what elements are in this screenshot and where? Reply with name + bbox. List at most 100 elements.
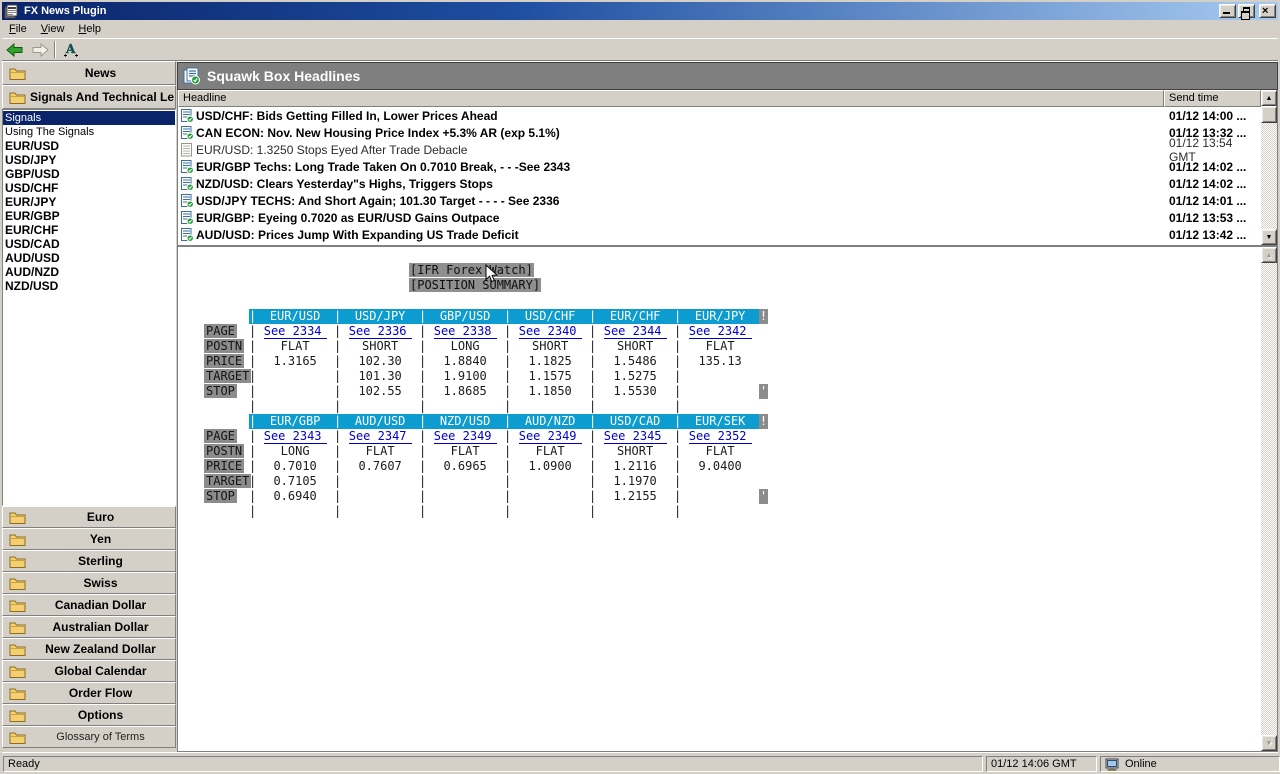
page-link[interactable]: See 2345 <box>604 429 667 444</box>
headline-row[interactable]: NZD/USD: Clears Yesterday"s Highs, Trigg… <box>178 175 1261 192</box>
title-bar[interactable]: FX News Plugin × <box>2 2 1278 20</box>
list-item-audnzd[interactable]: AUD/NZD <box>3 265 175 279</box>
pair-header: AUD/USD <box>341 414 419 429</box>
news-check-icon <box>181 177 194 191</box>
price-value: 1.2116 <box>596 459 674 474</box>
toolbar-separator <box>54 41 56 58</box>
list-item-eurgbp[interactable]: EUR/GBP <box>3 209 175 223</box>
page-link[interactable]: See 2336 <box>349 324 412 339</box>
close-button[interactable]: × <box>1259 4 1276 18</box>
headline-text: CAN ECON: Nov. New Housing Price Index +… <box>196 126 1164 140</box>
column-header-send-time[interactable]: Send time <box>1164 90 1261 107</box>
pair-header: GBP/USD <box>426 309 504 324</box>
list-item-usdjpy[interactable]: USD/JPY <box>3 153 175 167</box>
minimize-button[interactable] <box>1219 4 1236 18</box>
column-header-row: Headline Send time <box>178 90 1261 107</box>
list-item-signals[interactable]: Signals <box>3 111 175 125</box>
target-row: 0.7105 1.1970 <box>249 474 759 489</box>
sidebar-item-yen[interactable]: Yen <box>2 528 176 550</box>
folder-icon <box>9 687 26 700</box>
menu-help[interactable]: Help <box>71 21 108 37</box>
stop-value: 0.6940 <box>256 489 334 504</box>
column-header-headline[interactable]: Headline <box>178 90 1164 107</box>
stop-value <box>511 489 589 504</box>
scroll-down-button[interactable]: ▼ <box>1261 735 1277 751</box>
headline-row[interactable]: USD/CHF: Bids Getting Filled In, Lower P… <box>178 107 1261 124</box>
folder-icon <box>9 511 26 524</box>
sidebar-item-euro[interactable]: Euro <box>2 506 176 528</box>
scroll-up-button[interactable]: ▲ <box>1261 90 1277 106</box>
page-link[interactable]: See 2344 <box>604 324 667 339</box>
font-size-icon: A <box>63 42 79 58</box>
list-item-eurjpy[interactable]: EUR/JPY <box>3 195 175 209</box>
squawk-news-icon <box>183 67 201 85</box>
headline-row[interactable]: EUR/GBP: Eyeing 0.7020 as EUR/USD Gains … <box>178 209 1261 226</box>
stop-value: 102.55 <box>341 384 419 399</box>
list-item-gbpusd[interactable]: GBP/USD <box>3 167 175 181</box>
restore-button[interactable] <box>1238 4 1255 18</box>
list-item-usdcad[interactable]: USD/CAD <box>3 237 175 251</box>
list-item-audusd[interactable]: AUD/USD <box>3 251 175 265</box>
page-link[interactable]: See 2349 <box>434 429 497 444</box>
list-item-nzdusd[interactable]: NZD/USD <box>3 279 175 293</box>
sidebar-item-order-flow[interactable]: Order Flow <box>2 682 176 704</box>
price-value: 1.3165 <box>256 354 334 369</box>
stop-value <box>256 384 334 399</box>
headline-row[interactable]: AUD/USD: Prices Jump With Expanding US T… <box>178 226 1261 243</box>
postn-row: FLAT SHORT LONG SHORT SHORT FLAT <box>249 339 759 354</box>
page-link[interactable]: See 2340 <box>519 324 582 339</box>
folder-icon <box>9 665 26 678</box>
page-link[interactable]: See 2343 <box>264 429 327 444</box>
scrollbar-thumb[interactable] <box>1261 106 1277 123</box>
target-value <box>341 474 419 489</box>
ifr-title-line: [IFR Forex Watch] <box>409 263 534 277</box>
sidebar-item-sterling[interactable]: Sterling <box>2 550 176 572</box>
headline-row[interactable]: EUR/GBP Techs: Long Trade Taken On 0.701… <box>178 158 1261 175</box>
headline-text: NZD/USD: Clears Yesterday"s Highs, Trigg… <box>196 177 1164 191</box>
scroll-down-button[interactable]: ▼ <box>1261 229 1277 245</box>
page-link[interactable]: See 2349 <box>519 429 582 444</box>
headline-row[interactable]: EUR/USD: 1.3250 Stops Eyed After Trade D… <box>178 141 1261 158</box>
news-check-icon <box>181 160 194 174</box>
menu-view[interactable]: View <box>34 21 72 37</box>
sidebar-item-news[interactable]: News <box>2 61 176 85</box>
back-button[interactable] <box>2 39 27 60</box>
back-arrow-icon <box>6 43 24 57</box>
page-link[interactable]: See 2338 <box>434 324 497 339</box>
scroll-up-button[interactable]: ▲ <box>1261 247 1277 263</box>
stop-end-mark: ' <box>759 384 768 399</box>
stop-value: 1.1850 <box>511 384 589 399</box>
sidebar-item-new-zealand-dollar[interactable]: New Zealand Dollar <box>2 638 176 660</box>
list-item-eurusd[interactable]: EUR/USD <box>3 139 175 153</box>
sidebar-item-australian-dollar[interactable]: Australian Dollar <box>2 616 176 638</box>
pair-header: AUD/NZD <box>511 414 589 429</box>
sidebar-item-glossary-of-terms[interactable]: Glossary of Terms <box>2 726 176 748</box>
sidebar-item-label: New Zealand Dollar <box>26 642 175 656</box>
target-value <box>681 369 759 384</box>
forward-button[interactable] <box>27 39 52 60</box>
sidebar-item-signals-section[interactable]: Signals And Technical Le <box>2 85 176 109</box>
postn-value: FLAT <box>681 339 759 354</box>
sidebar-item-swiss[interactable]: Swiss <box>2 572 176 594</box>
scrollbar-track[interactable] <box>1261 247 1277 751</box>
page-link[interactable]: See 2347 <box>349 429 412 444</box>
menu-file[interactable]: File <box>2 21 34 37</box>
postn-value: FLAT <box>256 339 334 354</box>
headline-row[interactable]: CAN ECON: Nov. New Housing Price Index +… <box>178 124 1261 141</box>
page-link[interactable]: See 2342 <box>689 324 752 339</box>
sidebar-item-global-calendar[interactable]: Global Calendar <box>2 660 176 682</box>
fonts-button[interactable]: A <box>58 39 83 60</box>
list-item-usdchf[interactable]: USD/CHF <box>3 181 175 195</box>
forward-arrow-icon <box>31 43 49 57</box>
page-link[interactable]: See 2334 <box>264 324 327 339</box>
app-icon <box>4 3 20 19</box>
list-item-using-the-signals[interactable]: Using The Signals <box>3 125 175 139</box>
sidebar-item-canadian-dollar[interactable]: Canadian Dollar <box>2 594 176 616</box>
sidebar-item-label: Yen <box>26 532 175 546</box>
headline-time: 01/12 14:01 ... <box>1164 194 1261 208</box>
stop-value: 1.8685 <box>426 384 504 399</box>
list-item-eurchf[interactable]: EUR/CHF <box>3 223 175 237</box>
sidebar-item-options[interactable]: Options <box>2 704 176 726</box>
page-link[interactable]: See 2352 <box>689 429 752 444</box>
headline-row[interactable]: USD/JPY TECHS: And Short Again; 101.30 T… <box>178 192 1261 209</box>
